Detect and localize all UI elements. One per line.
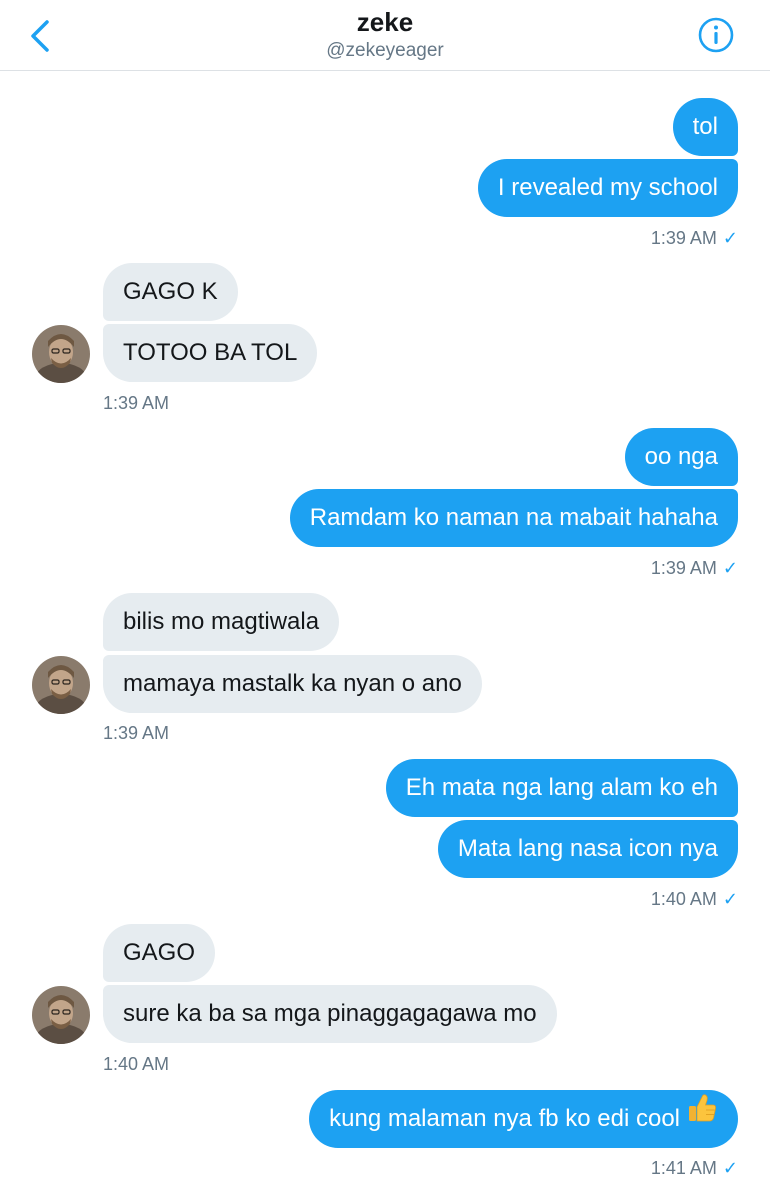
conversation-header: zeke @zekeyeager [0,0,770,71]
message-text: oo nga [644,443,718,470]
message-bubble-outgoing[interactable]: tol [672,98,738,156]
message-bubble-incoming[interactable]: mamaya mastalk ka nyan o ano [103,655,482,713]
message-text: tol [692,113,718,140]
avatar[interactable] [32,986,90,1044]
message-text: sure ka ba sa mga pinaggagagawa mo [123,1000,537,1027]
message-bubble-incoming[interactable]: GAGO K [103,263,238,321]
message-bubble-outgoing[interactable]: Eh mata nga lang alam ko eh [385,759,738,817]
message-text: GAGO [123,939,196,966]
message-text: Ramdam ko naman na mabait hahaha [309,504,718,531]
message-timestamp: 1:40 AM [103,1054,170,1074]
avatar-image [32,986,90,1044]
checkmark-icon: ✓ [722,889,738,909]
message-text: bilis mo magtiwala [123,608,320,635]
message-text: mamaya mastalk ka nyan o ano [123,670,462,697]
message-text: kung malaman nya fb ko edi cool [329,1105,680,1132]
message-timestamp: 1:39 AM ✓ [650,558,738,578]
checkmark-icon: ✓ [722,558,738,578]
message-timestamp: 1:41 AM ✓ [650,1158,738,1178]
avatar-image [32,656,90,714]
message-bubble-outgoing[interactable]: Ramdam ko naman na mabait hahaha [289,489,738,547]
message-bubble-incoming[interactable]: sure ka ba sa mga pinaggagagawa mo [103,985,557,1043]
message-text: TOTOO BA TOL [123,339,298,366]
avatar[interactable] [32,656,90,714]
message-bubble-outgoing[interactable]: Mata lang nasa icon nya [437,820,738,878]
message-bubble-outgoing[interactable]: oo nga [624,428,738,486]
message-text: I revealed my school [497,174,718,201]
message-bubble-incoming[interactable]: bilis mo magtiwala [103,593,340,651]
message-bubble-incoming[interactable]: TOTOO BA TOL [103,324,318,382]
info-icon [698,17,734,53]
message-text: GAGO K [123,278,218,305]
conversation-handle: @zekeyeager [326,40,444,61]
message-bubble-outgoing[interactable]: kung malaman nya fb ko edi cool [309,1090,738,1148]
thumbs-up-icon [686,1088,718,1146]
message-timestamp: 1:40 AM ✓ [650,889,738,909]
message-text: Mata lang nasa icon nya [457,835,718,862]
avatar-image [32,325,90,383]
message-timestamp: 1:39 AM [103,723,170,743]
message-bubble-incoming[interactable]: GAGO [103,924,216,982]
message-bubble-outgoing[interactable]: I revealed my school [477,159,738,217]
avatar[interactable] [32,325,90,383]
message-text: Eh mata nga lang alam ko eh [405,774,718,801]
info-button[interactable] [698,17,734,53]
message-timestamp: 1:39 AM [103,393,170,413]
conversation-title: zeke [356,7,414,37]
message-timestamp: 1:39 AM ✓ [650,228,738,248]
checkmark-icon: ✓ [722,228,738,248]
checkmark-icon: ✓ [722,1158,738,1178]
conversation-title-block[interactable]: zeke @zekeyeager [0,7,770,63]
